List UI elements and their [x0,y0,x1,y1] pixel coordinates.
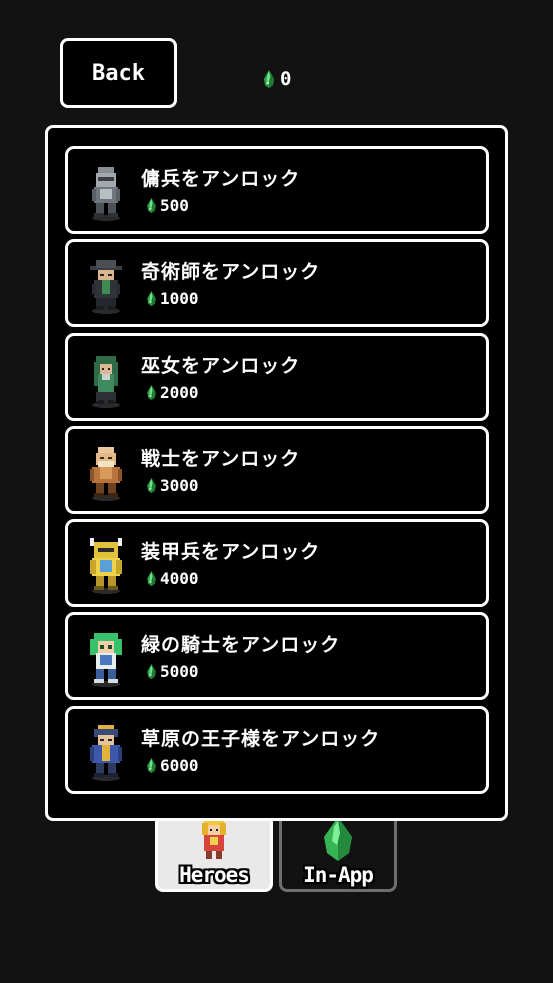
unlock-label: 草原の王子様をアンロック [141,727,381,750]
unlock-label: 巫女をアンロック [141,354,301,377]
tab-heroes[interactable]: Heroes [155,812,273,892]
unlock-price: 1000 [160,289,199,309]
price-row: 3000 [146,476,199,495]
tab-in-app-label: In-App [303,863,374,887]
game-screen: Back 0 傭兵をアンロック 500 奇術師をアンロック 1000 巫女をアン… [0,0,553,983]
warrior-sprite-icon [90,446,122,501]
green-gem-icon [146,291,157,306]
unlock-armored-soldier-button[interactable]: 装甲兵をアンロック 4000 [65,519,489,608]
green-gem-icon [146,664,157,679]
unlock-panel: 傭兵をアンロック 500 奇術師をアンロック 1000 巫女をアンロック 200… [45,125,508,821]
price-row: 2000 [146,383,199,402]
meadow-prince-sprite-icon [90,724,122,781]
unlock-label: 傭兵をアンロック [141,168,301,190]
magician-sprite-icon [90,260,122,315]
currency-display: 0 [262,68,291,90]
green-gem-icon [324,817,352,861]
unlock-mercenary-button[interactable]: 傭兵をアンロック 500 [65,146,489,234]
price-row: 500 [146,196,189,215]
green-gem-icon [146,198,157,213]
unlock-green-knight-button[interactable]: 緑の騎士をアンロック 5000 [65,612,489,701]
unlock-meadow-prince-button[interactable]: 草原の王子様をアンロック 6000 [65,705,489,794]
green-gem-icon [146,571,157,586]
price-row: 4000 [146,569,199,588]
unlock-warrior-button[interactable]: 戦士をアンロック 3000 [65,425,489,514]
unlock-magician-button[interactable]: 奇術師をアンロック 1000 [65,239,489,328]
unlock-label: 戦士をアンロック [141,447,301,470]
unlock-label: 緑の騎士をアンロック [141,634,341,657]
unlock-price: 5000 [160,662,199,682]
unlock-label: 奇術師をアンロック [141,261,321,284]
back-button[interactable]: Back [60,38,177,108]
price-row: 5000 [146,662,199,681]
hero-sprite-icon [202,815,226,859]
green-knight-sprite-icon [90,633,122,688]
unlock-price: 500 [160,196,189,215]
green-gem-icon [262,70,276,88]
currency-amount: 0 [280,68,292,90]
armored-soldier-sprite-icon [90,538,122,595]
unlock-price: 2000 [160,382,199,402]
unlock-price: 4000 [160,569,199,589]
price-row: 1000 [146,289,199,308]
unlock-price: 3000 [160,475,199,495]
unlock-shrine-maiden-button[interactable]: 巫女をアンロック 2000 [65,332,489,421]
unlock-label: 装甲兵をアンロック [141,541,321,564]
tab-heroes-label: Heroes [179,863,250,887]
shrine-maiden-sprite-icon [92,355,120,408]
green-gem-icon [146,758,157,773]
mercenary-sprite-icon [92,167,120,221]
back-button-label: Back [92,60,145,86]
unlock-list: 傭兵をアンロック 500 奇術師をアンロック 1000 巫女をアンロック 200… [65,146,489,799]
green-gem-icon [146,478,157,493]
price-row: 6000 [146,756,199,775]
green-gem-icon [146,385,157,400]
unlock-price: 6000 [160,755,199,775]
tab-in-app[interactable]: In-App [279,812,397,892]
